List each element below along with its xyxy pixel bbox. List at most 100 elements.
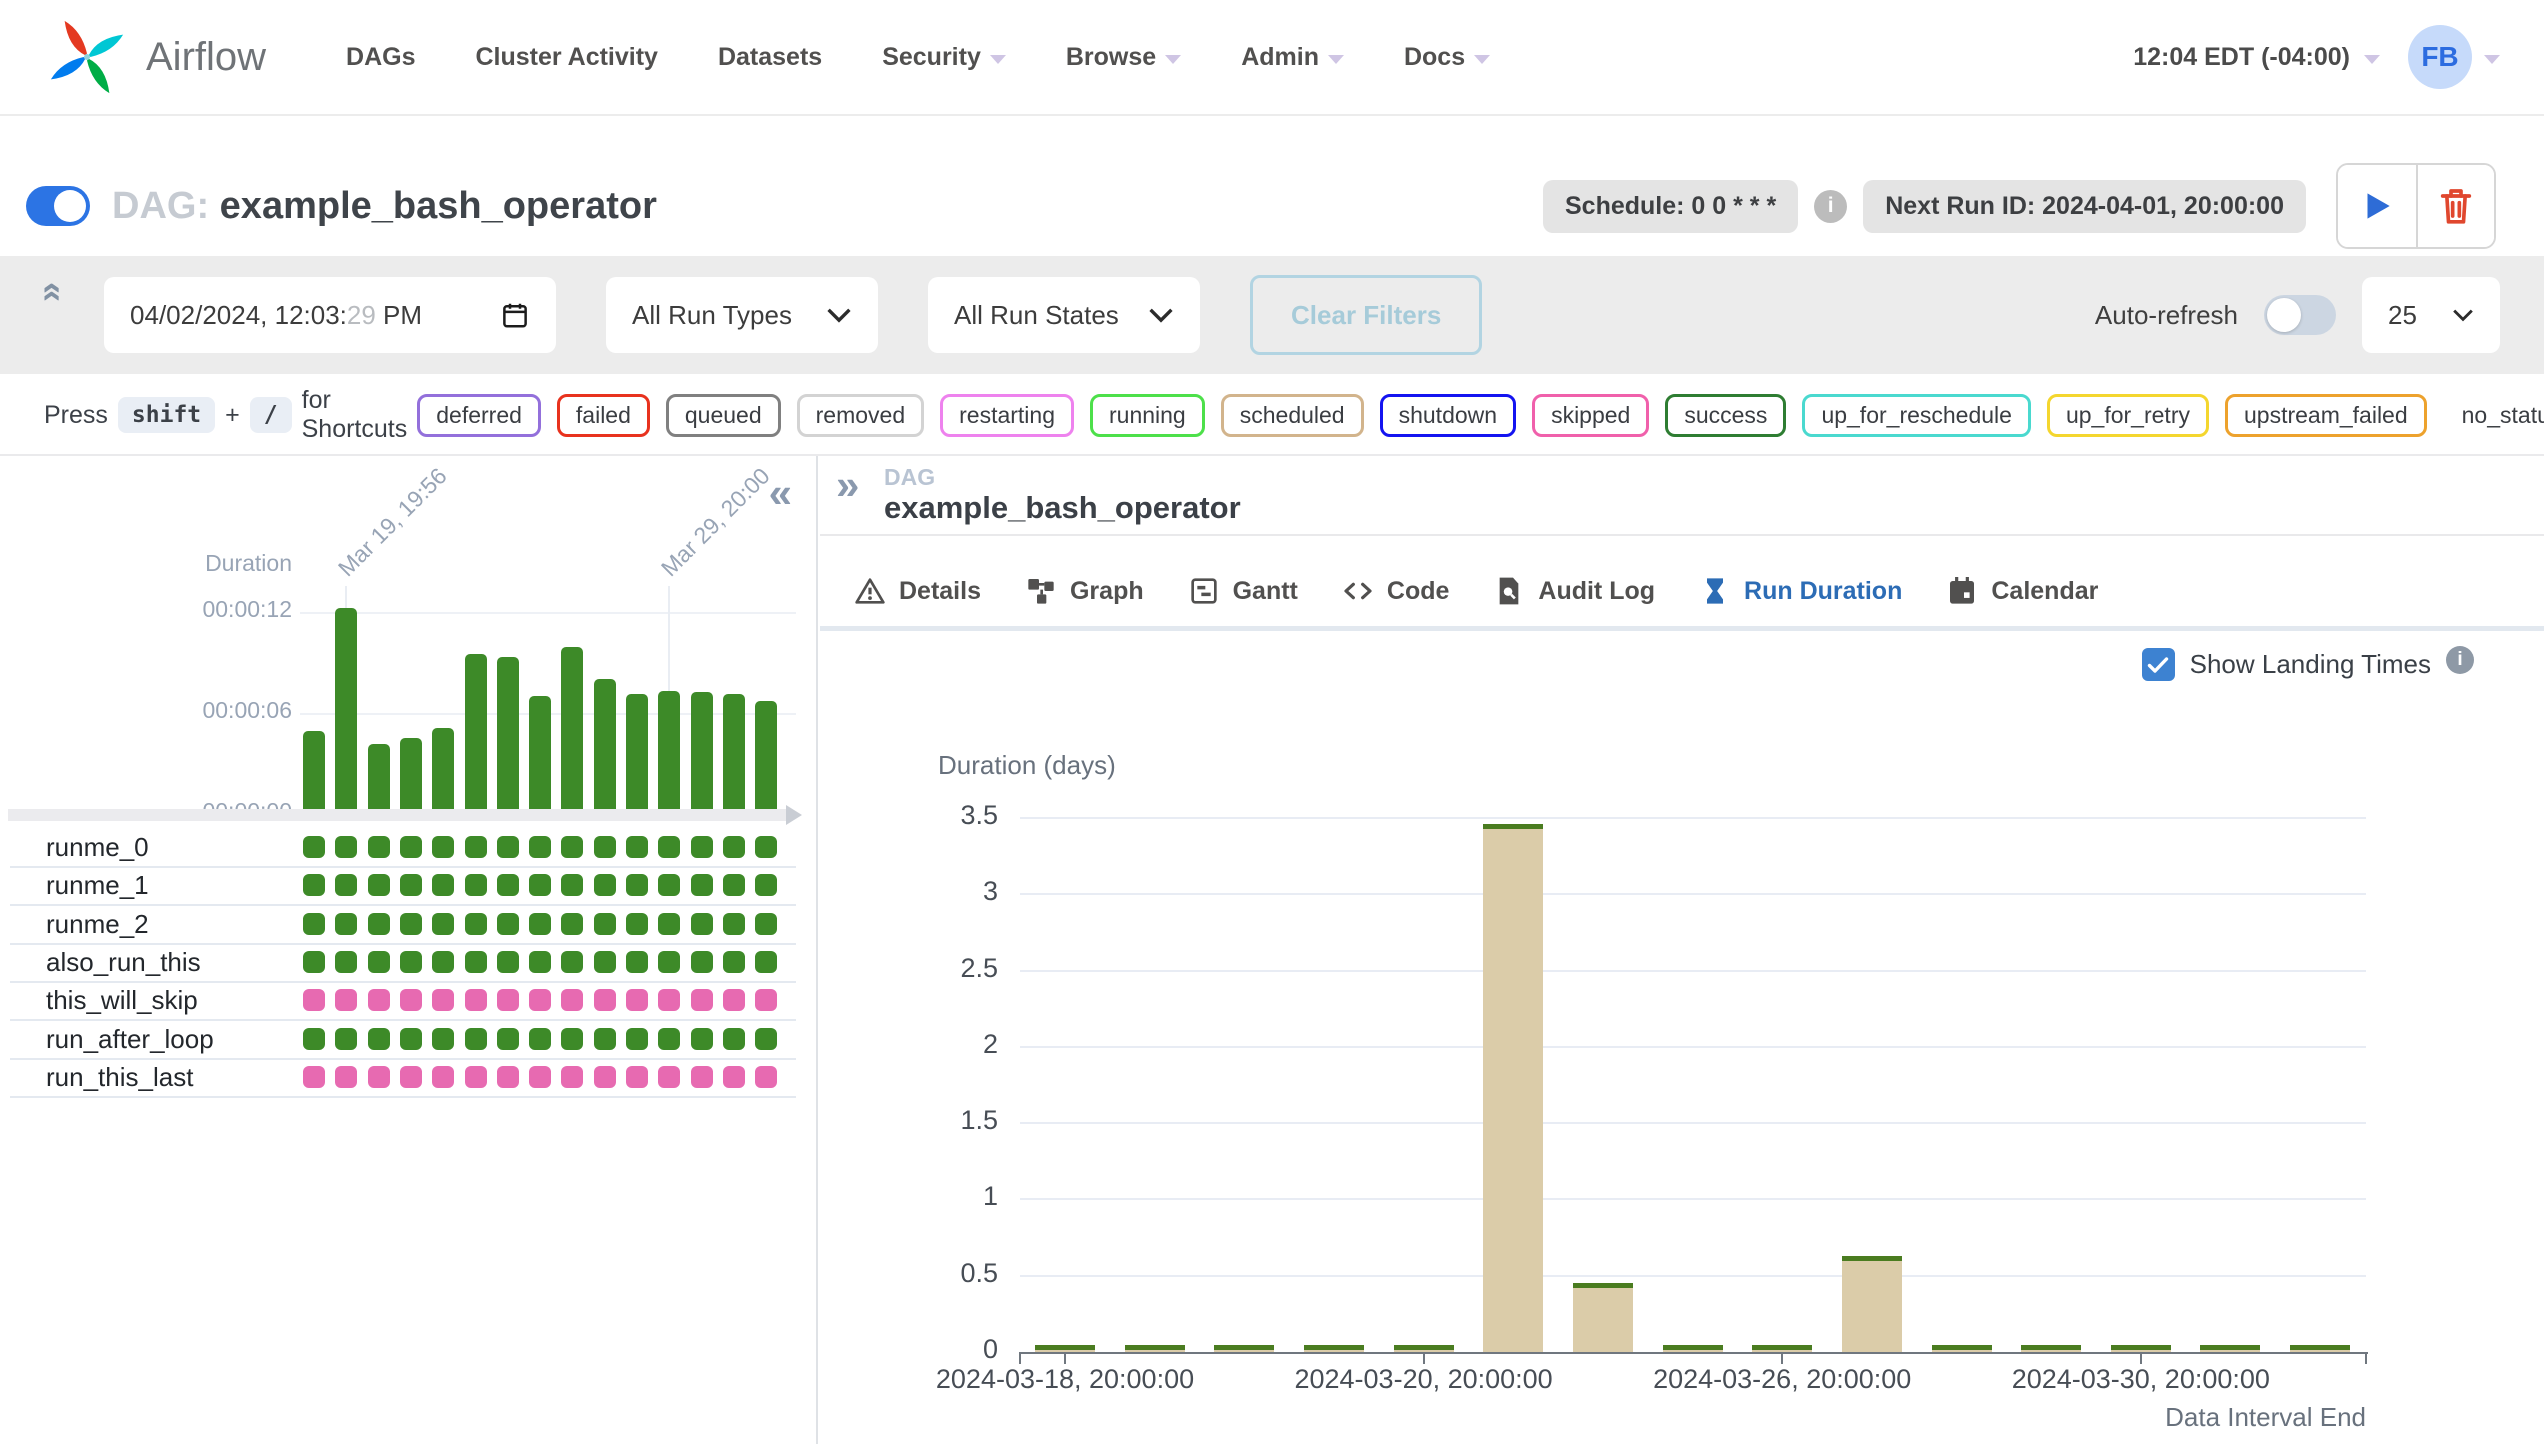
task-instance-runme-1[interactable] — [529, 874, 551, 896]
airflow-logo[interactable]: Airflow — [44, 14, 266, 100]
task-instance-runme-2[interactable] — [335, 913, 357, 935]
task-label-runme-0[interactable]: runme_0 — [46, 831, 149, 863]
mini-chart-bar[interactable] — [691, 692, 713, 815]
nav-item-docs[interactable]: Docs — [1404, 43, 1490, 72]
task-instance-also-run-this[interactable] — [368, 951, 390, 973]
task-instance-run-after-loop[interactable] — [755, 1028, 777, 1050]
task-instance-run-this-last[interactable] — [400, 1066, 422, 1088]
tab-run-duration[interactable]: Run Duration — [1699, 556, 1902, 626]
task-instance-run-this-last[interactable] — [691, 1066, 713, 1088]
task-instance-runme-0[interactable] — [723, 836, 745, 858]
tab-gantt[interactable]: Gantt — [1188, 556, 1298, 626]
task-instance-run-after-loop[interactable] — [303, 1028, 325, 1050]
task-instance-also-run-this[interactable] — [303, 951, 325, 973]
task-instance-run-this-last[interactable] — [335, 1066, 357, 1088]
task-instance-run-this-last[interactable] — [755, 1066, 777, 1088]
task-instance-runme-2[interactable] — [400, 913, 422, 935]
task-instance-this-will-skip[interactable] — [626, 989, 648, 1011]
task-instance-also-run-this[interactable] — [561, 951, 583, 973]
task-instance-run-this-last[interactable] — [368, 1066, 390, 1088]
mini-chart-bar[interactable] — [497, 657, 519, 815]
status-filter-running[interactable]: running — [1090, 394, 1205, 437]
status-filter-skipped[interactable]: skipped — [1532, 394, 1649, 437]
task-instance-also-run-this[interactable] — [400, 951, 422, 973]
status-filter-shutdown[interactable]: shutdown — [1380, 394, 1516, 437]
expand-panel-icon[interactable]: » — [836, 464, 859, 506]
task-instance-run-after-loop[interactable] — [400, 1028, 422, 1050]
task-instance-also-run-this[interactable] — [723, 951, 745, 973]
task-instance-run-this-last[interactable] — [626, 1066, 648, 1088]
task-instance-runme-1[interactable] — [594, 874, 616, 896]
base-date-input[interactable]: 04/02/2024, 12:03:29 PM — [104, 277, 556, 353]
task-instance-runme-2[interactable] — [303, 913, 325, 935]
task-instance-also-run-this[interactable] — [755, 951, 777, 973]
task-instance-runme-1[interactable] — [335, 874, 357, 896]
task-instance-also-run-this[interactable] — [529, 951, 551, 973]
task-instance-this-will-skip[interactable] — [432, 989, 454, 1011]
nav-item-cluster-activity[interactable]: Cluster Activity — [476, 43, 658, 72]
task-instance-run-this-last[interactable] — [303, 1066, 325, 1088]
collapse-filters-icon[interactable]: « — [36, 282, 72, 302]
task-instance-runme-1[interactable] — [303, 874, 325, 896]
task-instance-this-will-skip[interactable] — [497, 989, 519, 1011]
task-instance-run-after-loop[interactable] — [723, 1028, 745, 1050]
tab-code[interactable]: Code — [1342, 556, 1450, 626]
task-instance-this-will-skip[interactable] — [561, 989, 583, 1011]
task-instance-run-this-last[interactable] — [658, 1066, 680, 1088]
task-instance-runme-0[interactable] — [368, 836, 390, 858]
task-instance-runme-0[interactable] — [626, 836, 648, 858]
task-label-run-after-loop[interactable]: run_after_loop — [46, 1023, 214, 1055]
task-instance-runme-1[interactable] — [658, 874, 680, 896]
task-instance-this-will-skip[interactable] — [691, 989, 713, 1011]
status-filter-up-for-reschedule[interactable]: up_for_reschedule — [1802, 394, 2031, 437]
task-instance-runme-2[interactable] — [561, 913, 583, 935]
show-landing-times-checkbox[interactable] — [2142, 648, 2175, 681]
task-instance-also-run-this[interactable] — [497, 951, 519, 973]
task-instance-run-after-loop[interactable] — [465, 1028, 487, 1050]
task-instance-runme-1[interactable] — [561, 874, 583, 896]
task-instance-runme-0[interactable] — [400, 836, 422, 858]
task-instance-runme-0[interactable] — [755, 836, 777, 858]
task-instance-also-run-this[interactable] — [465, 951, 487, 973]
status-filter-deferred[interactable]: deferred — [417, 394, 541, 437]
task-instance-run-this-last[interactable] — [561, 1066, 583, 1088]
task-instance-runme-2[interactable] — [658, 913, 680, 935]
task-instance-this-will-skip[interactable] — [400, 989, 422, 1011]
task-instance-runme-2[interactable] — [723, 913, 745, 935]
status-filter-scheduled[interactable]: scheduled — [1221, 394, 1364, 437]
task-instance-runme-0[interactable] — [529, 836, 551, 858]
run-types-select[interactable]: All Run Types — [606, 277, 878, 353]
task-instance-run-after-loop[interactable] — [594, 1028, 616, 1050]
nav-item-dags[interactable]: DAGs — [346, 43, 415, 72]
mini-chart-bar[interactable] — [529, 696, 551, 815]
task-instance-also-run-this[interactable] — [594, 951, 616, 973]
task-instance-runme-2[interactable] — [755, 913, 777, 935]
tab-calendar[interactable]: Calendar — [1946, 556, 2098, 626]
task-instance-run-this-last[interactable] — [432, 1066, 454, 1088]
task-instance-also-run-this[interactable] — [691, 951, 713, 973]
task-instance-runme-1[interactable] — [368, 874, 390, 896]
page-size-select[interactable]: 25 — [2362, 277, 2500, 353]
task-instance-runme-1[interactable] — [723, 874, 745, 896]
task-instance-runme-2[interactable] — [626, 913, 648, 935]
mini-chart-bar[interactable] — [368, 744, 390, 815]
status-filter-failed[interactable]: failed — [557, 394, 650, 437]
task-instance-run-after-loop[interactable] — [529, 1028, 551, 1050]
status-filter-removed[interactable]: removed — [797, 394, 924, 437]
status-filter-up-for-retry[interactable]: up_for_retry — [2047, 394, 2209, 437]
status-filter-success[interactable]: success — [1665, 394, 1786, 437]
task-instance-run-after-loop[interactable] — [335, 1028, 357, 1050]
mini-chart-bar[interactable] — [658, 691, 680, 815]
task-instance-run-after-loop[interactable] — [658, 1028, 680, 1050]
task-instance-also-run-this[interactable] — [432, 951, 454, 973]
auto-refresh-toggle[interactable] — [2264, 295, 2336, 335]
status-filter-restarting[interactable]: restarting — [940, 394, 1074, 437]
task-instance-runme-0[interactable] — [432, 836, 454, 858]
dag-pause-toggle[interactable] — [26, 186, 90, 226]
schedule-info-icon[interactable]: i — [1814, 190, 1847, 223]
task-instance-this-will-skip[interactable] — [303, 989, 325, 1011]
task-instance-runme-2[interactable] — [432, 913, 454, 935]
mini-chart-bar[interactable] — [594, 679, 616, 815]
user-menu[interactable]: FB — [2408, 25, 2500, 89]
nav-item-security[interactable]: Security — [882, 43, 1006, 72]
